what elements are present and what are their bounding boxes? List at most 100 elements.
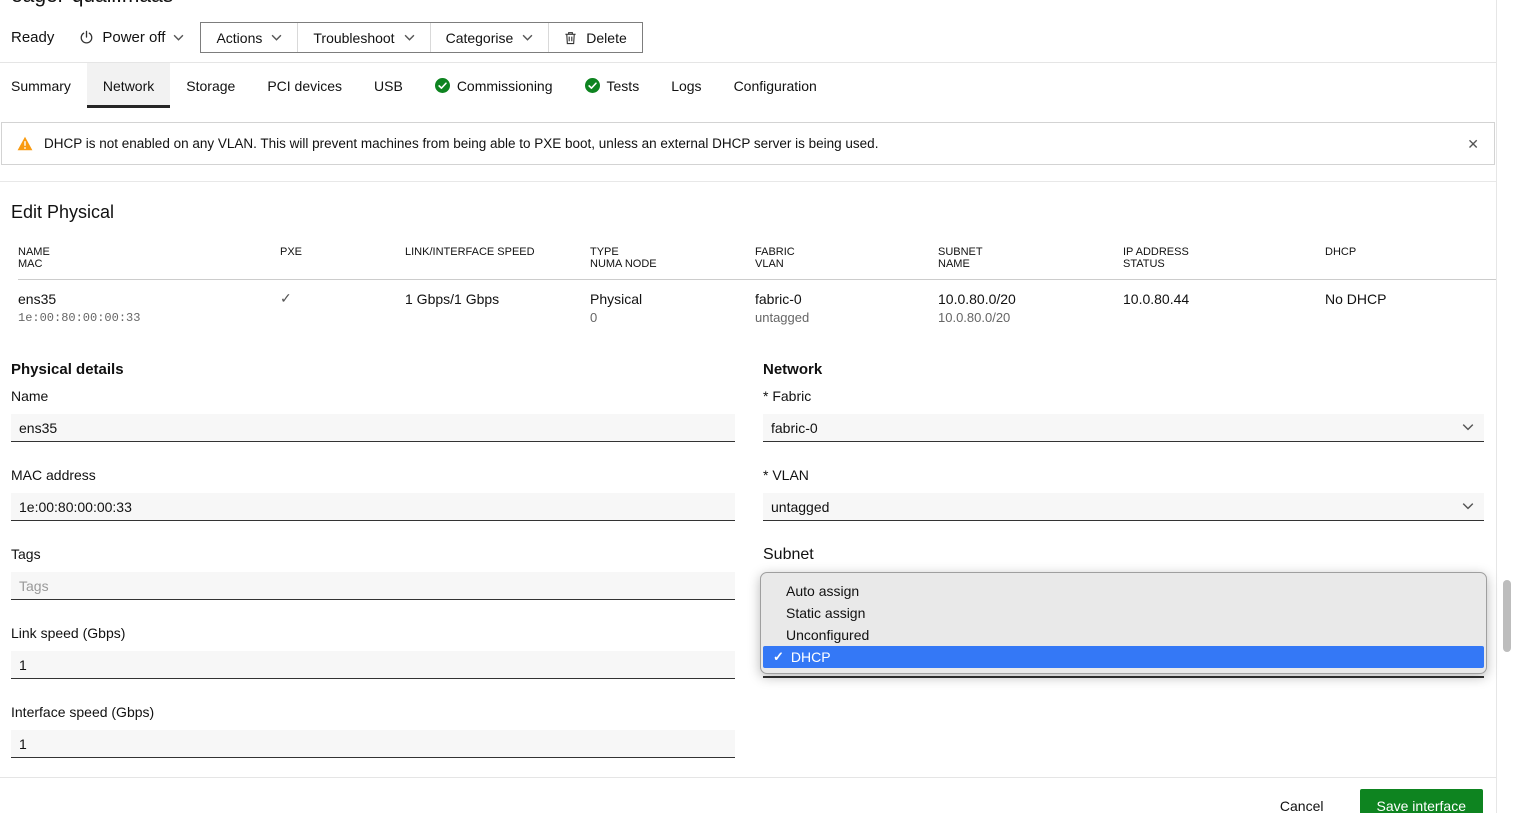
tab-storage[interactable]: Storage [170,63,251,108]
fabric-label: * Fabric [763,388,1484,404]
subnet-dropdown-menu: Auto assign Static assign Unconfigured ✓… [760,572,1487,674]
network-heading: Network [763,362,1484,378]
dhcp-status: No DHCP [1325,290,1496,308]
tab-tests[interactable]: Tests [569,63,656,108]
physical-details-column: Physical details Name MAC address Tags L… [11,362,735,758]
edit-interface-form: Physical details Name MAC address Tags L… [0,362,1496,758]
power-menu[interactable]: Power off [79,29,184,46]
interface-speed-field: Interface speed (Gbps) [11,704,735,758]
link-speed: 1 Gbps/1 Gbps [405,290,590,308]
option-dhcp-selected[interactable]: ✓ DHCP [763,646,1484,668]
actions-label: Actions [216,30,262,46]
tab-label: PCI devices [267,78,342,94]
tab-label: Commissioning [457,78,553,94]
fabric-field: * Fabric fabric-0 [763,388,1484,442]
interface-mac: 1e:00:80:00:00:33 [18,308,280,328]
tags-label: Tags [11,546,735,562]
name-label: Name [11,388,735,404]
tab-logs[interactable]: Logs [655,63,717,108]
action-button-group: Actions Troubleshoot Categorise Delete [200,22,642,53]
interface-table-header: NAMEMAC PXE LINK/INTERFACE SPEED TYPENUM… [18,246,1496,280]
section-divider [0,181,1496,182]
tab-configuration[interactable]: Configuration [718,63,833,108]
link-speed-field: Link speed (Gbps) [11,625,735,679]
tags-input[interactable] [11,572,735,600]
content-right-divider [1496,0,1497,813]
subnet-link[interactable]: 10.0.80.0/20 [938,308,1123,328]
power-icon [79,30,94,45]
mac-field: MAC address [11,467,735,521]
interface-table: NAMEMAC PXE LINK/INTERFACE SPEED TYPENUM… [0,246,1496,342]
status-row: Ready Power off Actions Troubleshoot [11,22,1496,53]
tab-label: Storage [186,78,235,94]
col-dhcp: DHCP [1325,246,1496,270]
cell-name-mac: ens35 1e:00:80:00:00:33 [18,290,280,328]
option-static-assign[interactable]: Static assign [761,602,1486,624]
chevron-down-icon [173,34,184,41]
categorise-button[interactable]: Categorise [430,23,549,52]
link-speed-label: Link speed (Gbps) [11,625,735,641]
vlan-select[interactable]: untagged [763,493,1484,521]
mac-input[interactable] [11,493,735,521]
form-footer: Cancel Save interface [0,777,1496,813]
cell-ip: 10.0.80.44 [1123,290,1325,328]
physical-details-heading: Physical details [11,362,735,378]
cell-speed: 1 Gbps/1 Gbps [405,290,590,328]
subnet-cidr: 10.0.80.0/20 [938,290,1123,308]
table-row: ens35 1e:00:80:00:00:33 ✓ 1 Gbps/1 Gbps … [18,280,1496,342]
option-dhcp-label: DHCP [791,646,831,668]
name-input[interactable] [11,414,735,442]
tab-label: Network [103,78,154,94]
mac-label: MAC address [11,467,735,483]
option-unconfigured[interactable]: Unconfigured [761,624,1486,646]
cell-dhcp: No DHCP [1325,290,1496,328]
close-icon[interactable]: ✕ [1467,137,1479,151]
vlan-link[interactable]: untagged [755,308,938,328]
tab-network[interactable]: Network [87,63,170,108]
scrollbar-thumb[interactable] [1503,580,1511,652]
col-pxe: PXE [280,246,405,270]
interface-speed-input[interactable] [11,730,735,758]
tab-pci-devices[interactable]: PCI devices [251,63,358,108]
selected-check-icon: ✓ [773,646,784,668]
link-speed-input[interactable] [11,651,735,679]
dhcp-warning-banner: DHCP is not enabled on any VLAN. This wi… [1,122,1495,165]
delete-button[interactable]: Delete [548,23,641,52]
vlan-field: * VLAN untagged [763,467,1484,521]
cell-type-numa: Physical 0 [590,290,755,328]
success-check-icon [585,78,600,93]
fabric-selected-value: fabric-0 [771,420,818,436]
network-column: Network * Fabric fabric-0 * VLAN untagge… [763,362,1484,758]
col-ip-status: IP ADDRESSSTATUS [1123,246,1325,270]
col-type-numa: TYPENUMA NODE [590,246,755,270]
cell-pxe: ✓ [280,290,405,328]
vlan-label: * VLAN [763,467,1484,483]
trash-icon [564,31,577,45]
subnet-field: Subnet Auto assign Static assign Unconfi… [763,546,1484,564]
tags-field: Tags [11,546,735,600]
fabric-name: fabric-0 [755,290,938,308]
machine-tabs: Summary Network Storage PCI devices USB … [0,63,1496,108]
tab-summary[interactable]: Summary [0,63,87,108]
cell-fabric-vlan: fabric-0 untagged [755,290,938,328]
interface-type: Physical [590,290,755,308]
troubleshoot-button[interactable]: Troubleshoot [297,23,429,52]
tab-usb[interactable]: USB [358,63,419,108]
tab-label: Logs [671,78,701,94]
tab-commissioning[interactable]: Commissioning [419,63,569,108]
option-auto-assign[interactable]: Auto assign [761,580,1486,602]
fabric-select[interactable]: fabric-0 [763,414,1484,442]
numa-node: 0 [590,308,755,328]
chevron-down-icon [522,34,533,41]
cancel-button[interactable]: Cancel [1274,797,1330,813]
vlan-selected-value: untagged [771,499,829,515]
ip-address: 10.0.80.44 [1123,290,1325,308]
subnet-select-underline [763,676,1484,678]
actions-button[interactable]: Actions [201,23,297,52]
edit-physical-title: Edit Physical [11,202,1496,223]
page-title: eager-quail.maas [11,0,1496,9]
cell-subnet: 10.0.80.0/20 10.0.80.0/20 [938,290,1123,328]
tab-label: Tests [607,78,640,94]
chevron-down-icon [1462,502,1474,510]
save-interface-button[interactable]: Save interface [1360,789,1484,813]
